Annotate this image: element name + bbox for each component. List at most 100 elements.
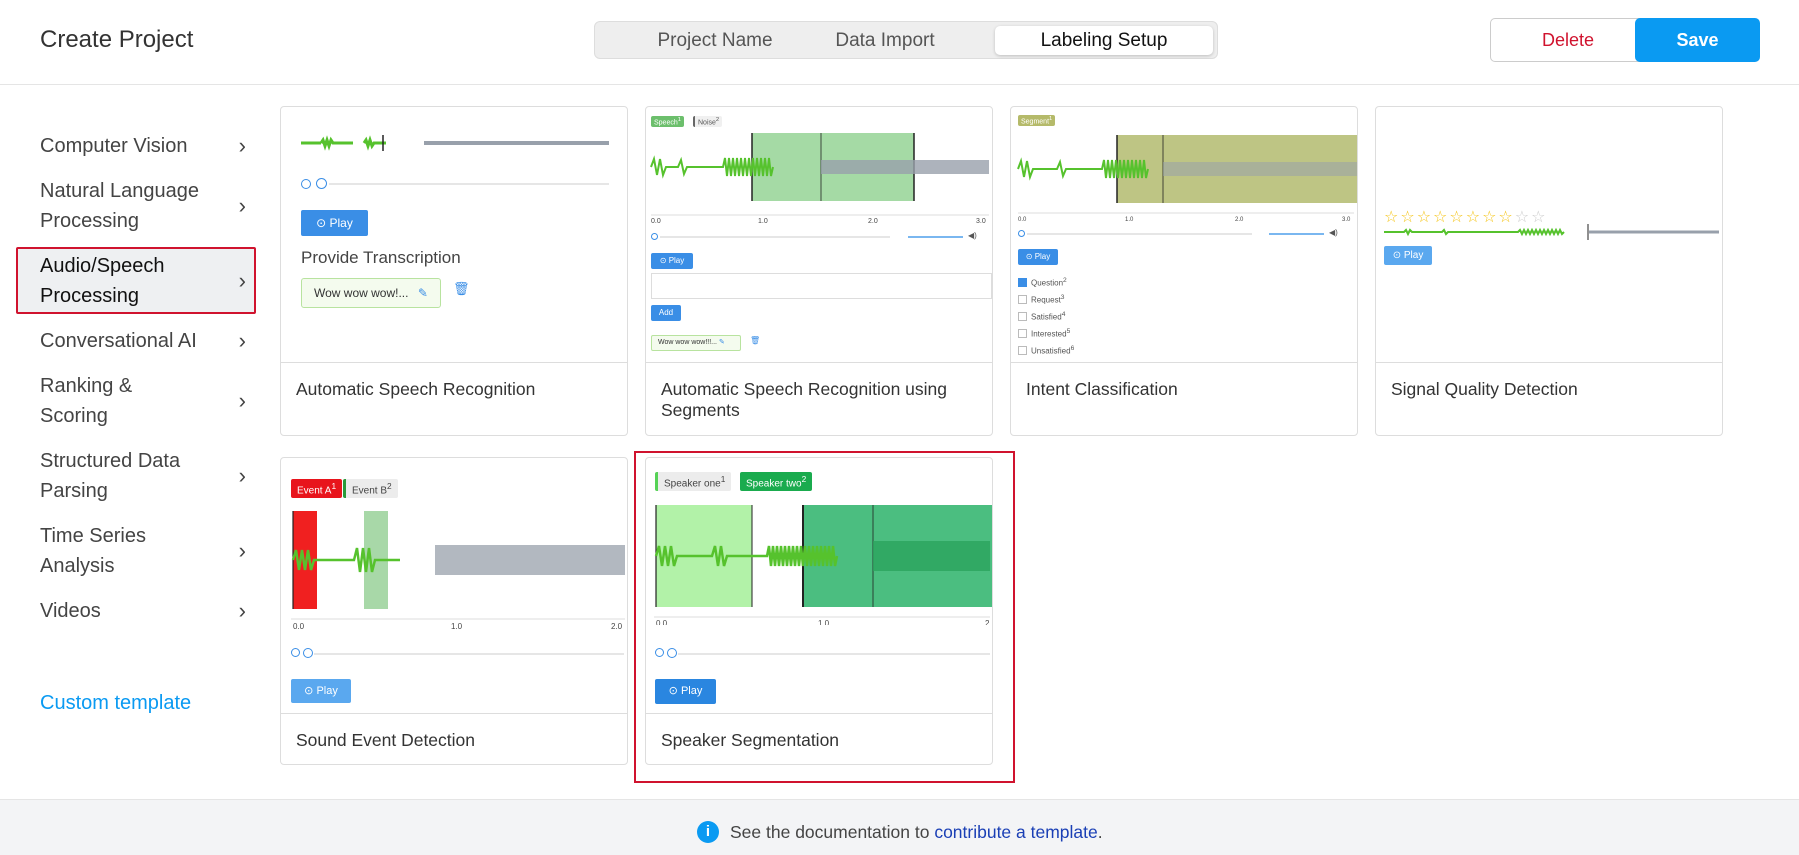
svg-text:1.0: 1.0: [758, 218, 768, 225]
zoom-slider-knob[interactable]: [667, 648, 677, 658]
svg-text:0.0: 0.0: [1018, 217, 1027, 223]
transcription-input[interactable]: [651, 273, 992, 299]
zoom-out-icon[interactable]: [655, 648, 664, 657]
intent-option[interactable]: Question2: [1018, 277, 1067, 288]
transcription-text: Wow wow wow!...: [314, 286, 409, 300]
zoom-slider[interactable]: [678, 653, 990, 655]
chevron-right-icon: ›: [238, 463, 246, 488]
tag-key: 1: [331, 481, 337, 491]
sidebar-item-structured-data[interactable]: Structured Data Parsing ›: [40, 446, 250, 506]
tag-key: 2: [801, 474, 807, 484]
card-preview: Speech1 Noise2 0.0 1.0 2.0 3.0 ◀) ⊙ Play…: [646, 107, 992, 363]
svg-text:2.0: 2.0: [1235, 217, 1244, 223]
option-key: 4: [1061, 311, 1066, 318]
delete-button[interactable]: Delete: [1490, 18, 1646, 62]
step-project-name[interactable]: Project Name: [635, 26, 795, 55]
add-button[interactable]: Add: [651, 305, 681, 321]
sidebar-item-computer-vision[interactable]: Computer Vision ›: [40, 131, 250, 161]
sidebar-item-label: Computer Vision: [40, 135, 188, 157]
zoom-slider[interactable]: [1027, 233, 1252, 235]
edit-icon[interactable]: ✎: [418, 286, 428, 300]
trash-icon[interactable]: 🗑: [453, 281, 470, 297]
intent-option[interactable]: Interested5: [1018, 328, 1070, 339]
footer-text: See the documentation to contribute a te…: [730, 822, 1103, 843]
card-title: Sound Event Detection: [296, 730, 476, 750]
intent-option[interactable]: Request3: [1018, 294, 1065, 305]
sidebar-item-label: Audio/Speech Processing: [40, 255, 165, 307]
chevron-right-icon: ›: [238, 388, 246, 413]
volume-slider[interactable]: [908, 236, 963, 238]
template-card-signal-quality[interactable]: ☆☆☆☆☆☆☆☆☆☆ ⊙ Play Signal Quality Detecti…: [1375, 106, 1723, 436]
edit-icon[interactable]: ✎: [719, 339, 725, 346]
step-labeling-setup[interactable]: Labeling Setup: [995, 26, 1213, 55]
intent-option[interactable]: Unsatisfied6: [1018, 345, 1074, 356]
segment-tag: Segment1: [1018, 115, 1056, 127]
sidebar-item-videos[interactable]: Videos ›: [40, 596, 250, 626]
play-button[interactable]: ⊙ Play: [651, 253, 693, 269]
zoom-out-icon[interactable]: [1018, 230, 1025, 237]
sidebar-item-conversational-ai[interactable]: Conversational AI ›: [40, 326, 250, 356]
option-label: Satisfied: [1031, 312, 1062, 322]
footer-text-end: .: [1097, 822, 1103, 842]
zoom-out-icon[interactable]: [651, 233, 658, 240]
svg-text:0.0: 0.0: [293, 622, 305, 631]
trash-icon[interactable]: 🗑: [750, 336, 760, 345]
play-label: Play: [668, 256, 685, 265]
sidebar-item-nlp[interactable]: Natural Language Processing ›: [40, 176, 250, 236]
tag-label: Noise: [698, 119, 716, 127]
save-button[interactable]: Save: [1635, 18, 1760, 62]
template-card-asr-segments[interactable]: Speech1 Noise2 0.0 1.0 2.0 3.0 ◀) ⊙ Play…: [645, 106, 993, 436]
template-card-sound-event[interactable]: Event A1 Event B2 0.0 1.0 2.0 ⊙ Play Sou…: [280, 457, 628, 765]
play-button[interactable]: ⊙ Play: [655, 679, 716, 704]
card-preview: ⊙ Play Provide Transcription Wow wow wow…: [281, 107, 627, 363]
svg-text:0.0: 0.0: [656, 619, 668, 625]
sidebar-item-label: Ranking & Scoring: [40, 375, 133, 427]
play-label: Play: [329, 216, 353, 230]
play-label: Play: [1034, 252, 1051, 261]
tag-label: Segment: [1021, 118, 1050, 126]
sidebar-item-audio-speech[interactable]: Audio/Speech Processing ›: [40, 251, 250, 311]
volume-icon[interactable]: ◀): [1329, 228, 1338, 237]
zoom-slider[interactable]: [329, 183, 609, 185]
waveform-preview: 0.0 1.0 2.0 3.0: [650, 133, 989, 225]
volume-slider[interactable]: [1269, 233, 1324, 235]
zoom-slider-knob[interactable]: [303, 648, 313, 658]
play-button[interactable]: ⊙ Play: [291, 679, 351, 703]
sidebar-item-ranking-scoring[interactable]: Ranking & Scoring ›: [40, 371, 250, 431]
zoom-slider-knob[interactable]: [316, 178, 327, 189]
contribute-template-link[interactable]: contribute a template: [934, 822, 1097, 842]
option-key: 2: [1063, 277, 1067, 284]
template-card-intent-classification[interactable]: Segment1 0.0 1.0 2.0 3.0 ◀) ⊙ Play Quest…: [1010, 106, 1358, 436]
transcription-text: Wow wow wow!!!...: [658, 339, 717, 346]
option-label: Unsatisfied: [1031, 346, 1071, 356]
zoom-slider[interactable]: [660, 236, 890, 238]
custom-template-link[interactable]: Custom template: [40, 692, 191, 715]
tag-key: 2: [715, 117, 720, 123]
option-label: Question: [1031, 278, 1064, 288]
card-preview: Event A1 Event B2 0.0 1.0 2.0 ⊙ Play: [281, 458, 627, 714]
intent-option[interactable]: Satisfied4: [1018, 311, 1065, 322]
info-icon: i: [697, 821, 719, 843]
zoom-out-icon[interactable]: [291, 648, 300, 657]
play-button[interactable]: ⊙ Play: [1384, 246, 1432, 265]
speaker-tag-one: Speaker one1: [655, 472, 732, 492]
tag-label: Event B: [352, 485, 388, 497]
card-title: Intent Classification: [1026, 379, 1178, 399]
step-data-import[interactable]: Data Import: [805, 26, 965, 55]
footer-text-prefix: See the documentation to: [730, 822, 935, 842]
zoom-slider[interactable]: [314, 653, 624, 655]
chevron-right-icon: ›: [238, 538, 246, 563]
waveform-preview: 0.0 1.0 2.0: [291, 511, 625, 631]
play-icon: ⊙: [668, 685, 681, 697]
zoom-out-icon[interactable]: [301, 179, 311, 189]
play-icon: ⊙: [304, 685, 317, 697]
volume-icon[interactable]: ◀): [968, 231, 977, 240]
card-preview: Segment1 0.0 1.0 2.0 3.0 ◀) ⊙ Play Quest…: [1011, 107, 1357, 363]
option-key: 6: [1070, 345, 1075, 352]
svg-text:1.0: 1.0: [451, 622, 463, 631]
template-card-asr[interactable]: ⊙ Play Provide Transcription Wow wow wow…: [280, 106, 628, 436]
template-card-speaker-segmentation[interactable]: Speaker one1 Speaker two2 0.0 1.0 2 ⊙ Pl…: [645, 457, 993, 765]
play-button[interactable]: ⊙ Play: [301, 210, 368, 236]
sidebar-item-time-series[interactable]: Time Series Analysis ›: [40, 521, 250, 581]
play-button[interactable]: ⊙ Play: [1018, 249, 1058, 265]
